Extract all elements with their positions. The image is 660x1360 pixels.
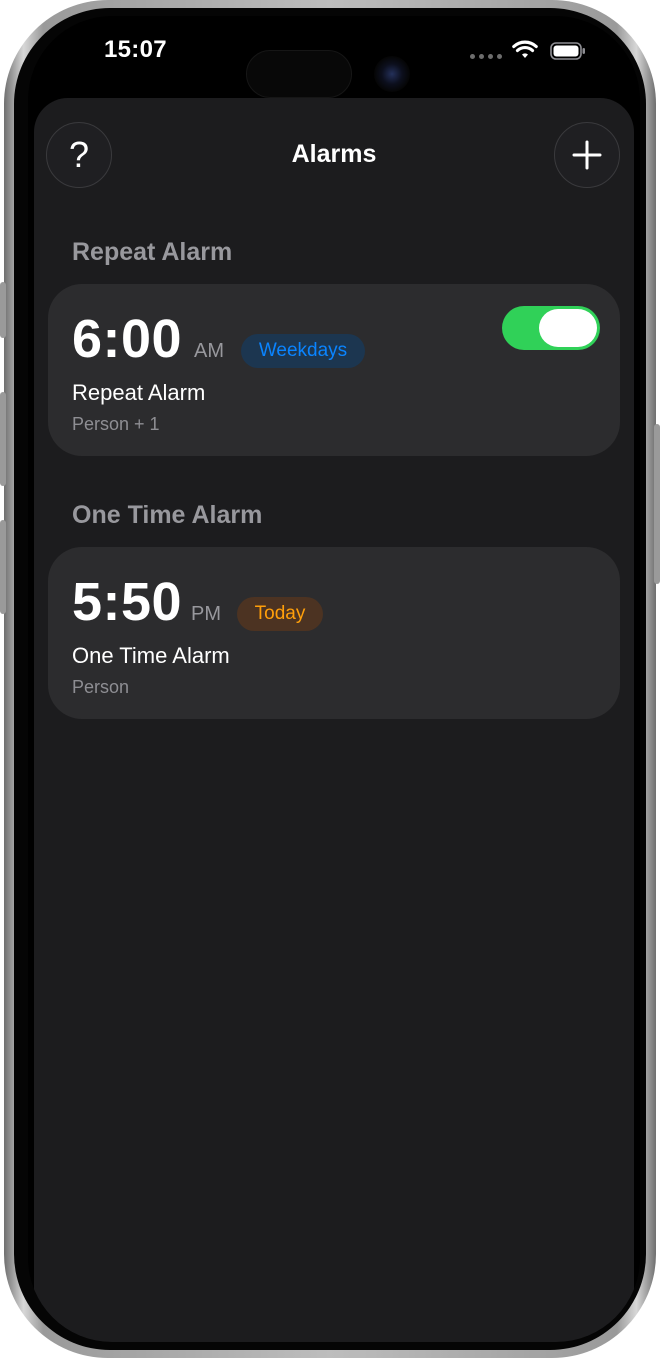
section-title-one-time: One Time Alarm: [72, 501, 263, 529]
alarm-name: One Time Alarm: [72, 643, 230, 668]
alarm-card-one-time[interactable]: 5:50 PM Today One Time Alarm Person: [48, 547, 620, 719]
alarm-time: 5:50: [72, 572, 183, 632]
plus-icon: [572, 140, 602, 170]
alarm-card-repeat[interactable]: 6:00 AM Weekdays Repeat Alarm Person + 1: [48, 284, 620, 456]
toggle-knob: [539, 309, 597, 347]
section-title-repeat: Repeat Alarm: [72, 238, 233, 266]
wifi-icon: [512, 40, 538, 58]
alarm-enabled-toggle[interactable]: [502, 306, 600, 350]
action-button: [0, 282, 6, 338]
page-title: Alarms: [291, 140, 377, 168]
battery-icon: [550, 42, 585, 60]
screen: 15:07 ? Alarms Repeat Alarm 6:00 AM Week…: [28, 16, 640, 1342]
volume-up-button: [0, 392, 6, 486]
alarm-name: Repeat Alarm: [72, 380, 206, 405]
volume-down-button: [0, 520, 6, 614]
signal-dots-icon: [470, 54, 502, 59]
alarm-time: 6:00: [72, 309, 183, 369]
repeat-badge: Weekdays: [241, 334, 365, 368]
island-pill: [246, 50, 352, 98]
phone-frame: 15:07 ? Alarms Repeat Alarm 6:00 AM Week…: [0, 0, 660, 1358]
alarm-period: AM: [194, 340, 224, 362]
camera-icon: [374, 56, 410, 92]
status-time: 15:07: [104, 36, 167, 63]
alarm-people: Person + 1: [72, 414, 160, 434]
add-alarm-button[interactable]: [554, 122, 620, 188]
today-badge: Today: [237, 597, 323, 631]
alarm-people: Person: [72, 677, 130, 697]
power-button: [654, 424, 660, 584]
alarms-sheet: ? Alarms Repeat Alarm 6:00 AM Weekdays R…: [34, 98, 634, 1342]
alarm-period: PM: [191, 603, 221, 625]
dynamic-island: [240, 44, 428, 102]
